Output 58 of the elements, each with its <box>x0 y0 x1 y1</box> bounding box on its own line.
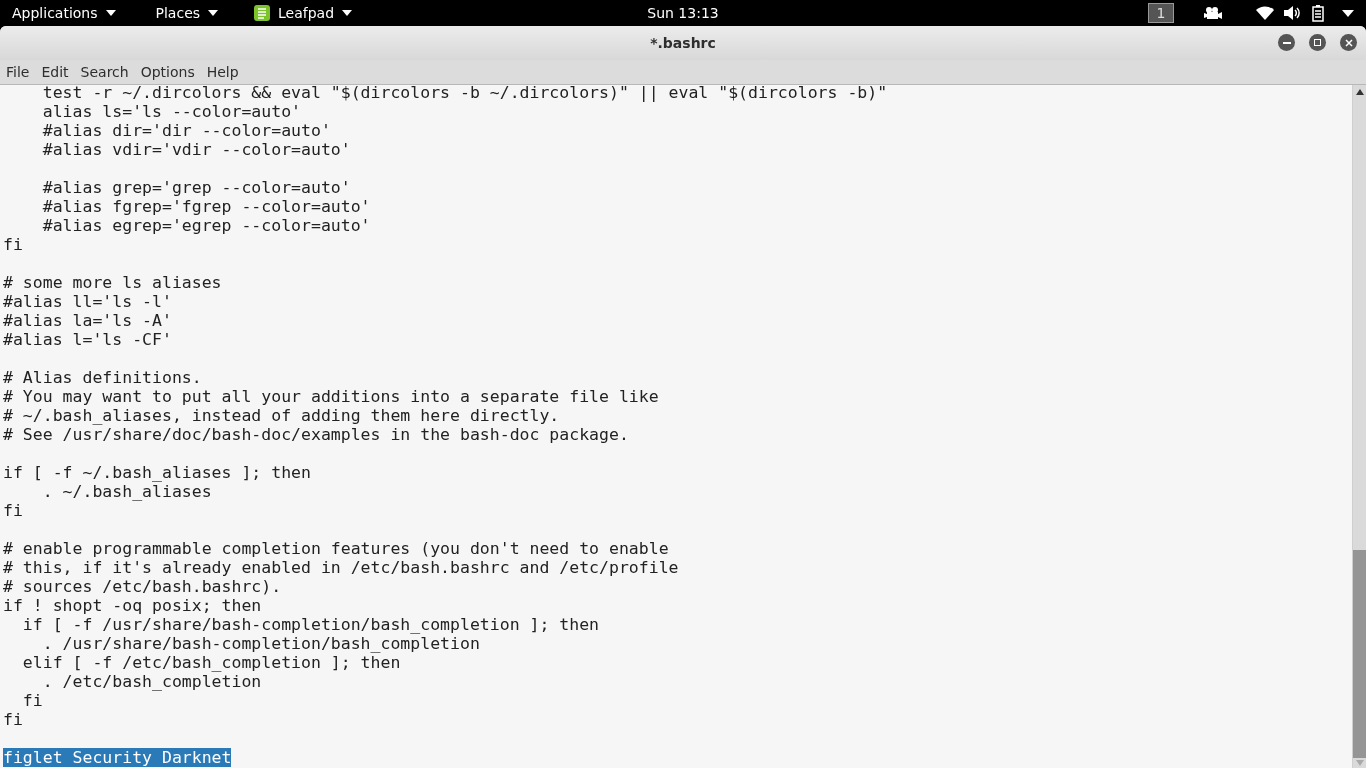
code-line: # some more ls aliases <box>3 273 222 292</box>
caret-icon <box>105 10 116 16</box>
square-icon <box>1314 39 1321 46</box>
close-icon <box>1344 38 1353 47</box>
top-bar-menu[interactable]: Applications <box>0 0 128 26</box>
scrollbar-thumb[interactable] <box>1353 550 1366 758</box>
code-line: # this, if it's already enabled in /etc/bash.bashrc and /etc/profile <box>3 558 679 577</box>
code-line: # ~/.bash_aliases, instead of adding them here directly. <box>3 406 560 425</box>
code-line: #alias ll='ls -l' <box>3 292 172 311</box>
code-line: #alias vdir='vdir --color=auto' <box>41 140 351 159</box>
code-line: #alias egrep='egrep --color=auto' <box>41 216 371 235</box>
code-line: # enable programmable completion features (you don't need to enable <box>3 539 669 558</box>
menu-item[interactable]: Edit <box>41 61 69 83</box>
code-line: fi <box>3 235 23 254</box>
code-line: #alias dir='dir --color=auto' <box>41 121 331 140</box>
maximize-button[interactable] <box>1309 34 1326 51</box>
code-line: test -r ~/.dircolors && eval "$(dircolors -b ~/.dircolors)" || eval "$(dircolors -b)" <box>41 85 888 102</box>
menu-item[interactable]: File <box>6 61 30 83</box>
code-line: #alias la='ls -A' <box>3 311 172 330</box>
wifi-icon[interactable] <box>1256 6 1274 20</box>
code-line: . /usr/share/bash-completion/bash_completion <box>41 634 480 653</box>
code-line: . /etc/bash_completion <box>41 672 262 691</box>
volume-icon[interactable] <box>1284 5 1302 21</box>
code-line: fi <box>3 501 23 520</box>
caret-icon[interactable] <box>1342 9 1354 17</box>
code-line: fi <box>21 691 43 710</box>
code-line: alias ls='ls --color=auto' <box>41 102 301 121</box>
code-line: # See /usr/share/doc/bash-doc/examples in the bash-doc package. <box>3 425 629 444</box>
code-line: fi <box>3 710 23 729</box>
code-line: if ! shopt -oq posix; then <box>3 596 262 615</box>
workspace-indicator[interactable]: 1 <box>1148 3 1174 23</box>
caret-icon <box>208 10 219 16</box>
scrollbar[interactable] <box>1352 85 1366 768</box>
caret-icon <box>342 10 353 16</box>
code-line: if [ -f /usr/share/bash-completion/bash_completion ]; then <box>21 615 600 634</box>
notepad-icon <box>254 5 271 21</box>
code-line: elif [ -f /etc/bash_completion ]; then <box>21 653 401 672</box>
clock[interactable]: Sun 13:13 <box>647 2 719 24</box>
code-line: . ~/.bash_aliases <box>41 482 212 501</box>
minus-icon <box>1282 41 1291 44</box>
code-line: #alias grep='grep --color=auto' <box>41 178 351 197</box>
code-line: # sources /etc/bash.bashrc). <box>3 577 282 596</box>
minimize-button[interactable] <box>1278 34 1295 51</box>
code-line: # You may want to put all your additions into a separate file like <box>3 387 659 406</box>
window-title: *.bashrc <box>650 33 716 53</box>
battery-icon[interactable] <box>1312 4 1324 22</box>
code-line: #alias l='ls -CF' <box>3 330 172 349</box>
menu-item[interactable]: Search <box>80 61 129 83</box>
selected-text: figlet Security Darknet <box>3 748 232 767</box>
top-bar-menu[interactable]: Places <box>143 0 231 26</box>
top-bar-menu[interactable]: Leafpad <box>242 0 365 26</box>
video-camera-icon[interactable] <box>1204 6 1222 20</box>
menu-item[interactable]: Options <box>140 61 195 83</box>
close-button[interactable] <box>1340 34 1357 51</box>
code-line: if [ -f ~/.bash_aliases ]; then <box>3 463 311 482</box>
code-line: # Alias definitions. <box>3 368 202 387</box>
code-line: #alias fgrep='fgrep --color=auto' <box>41 197 371 216</box>
menu-item[interactable]: Help <box>206 61 239 83</box>
